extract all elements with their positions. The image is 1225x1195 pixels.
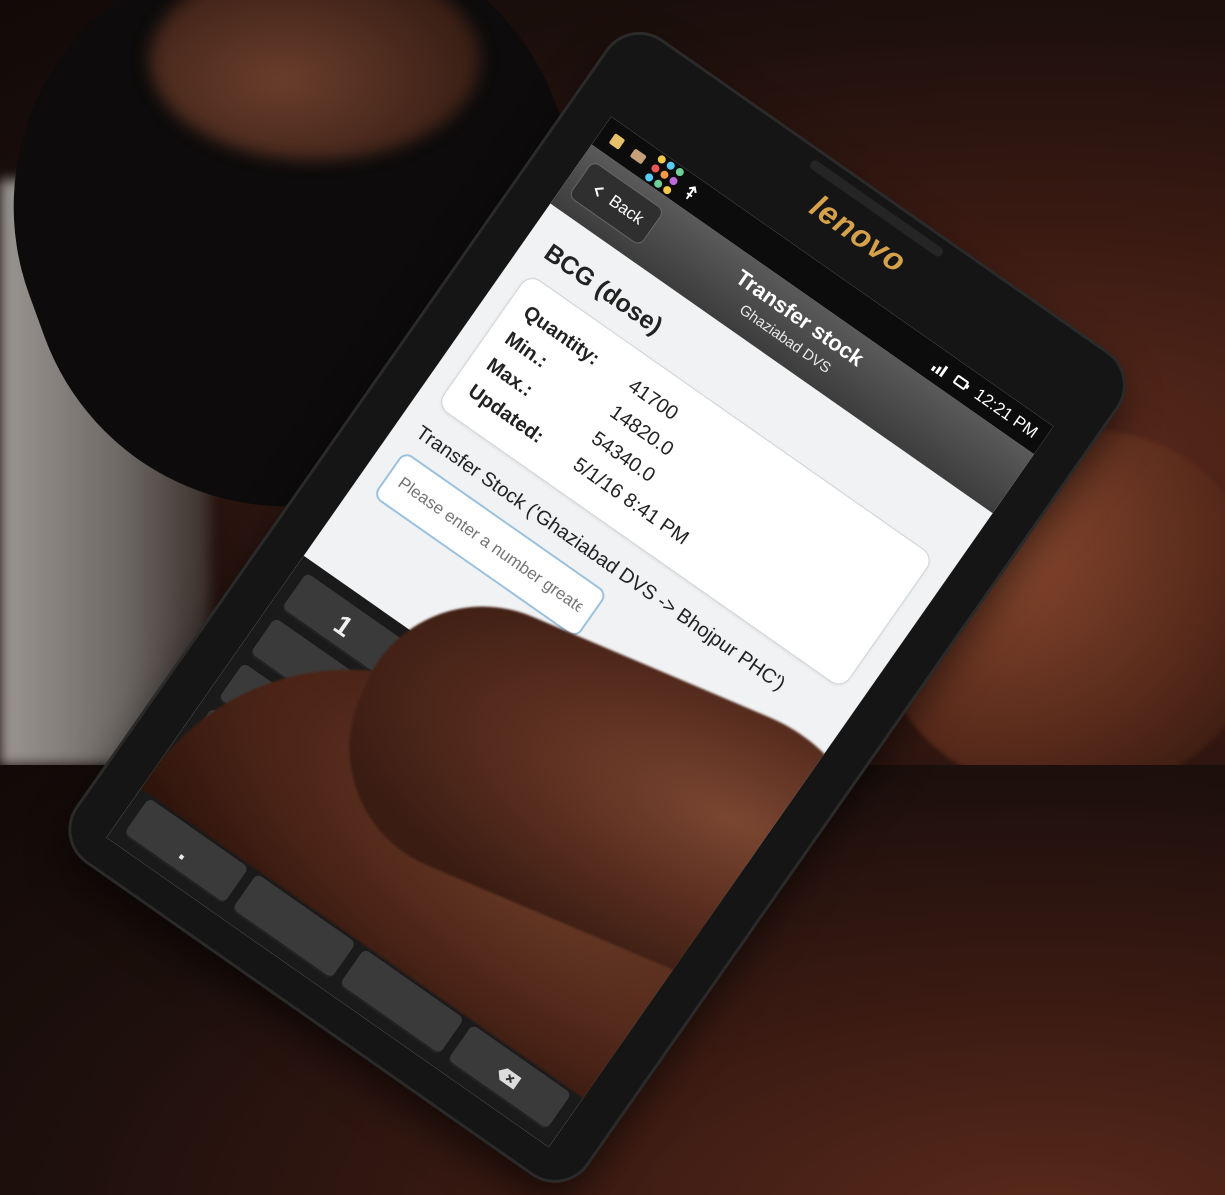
battery-icon xyxy=(949,371,974,396)
signal-icon xyxy=(928,356,953,381)
app-icon xyxy=(626,144,651,169)
usb-icon xyxy=(678,181,703,206)
backspace-icon xyxy=(489,1057,529,1098)
notification-icon xyxy=(604,129,629,154)
